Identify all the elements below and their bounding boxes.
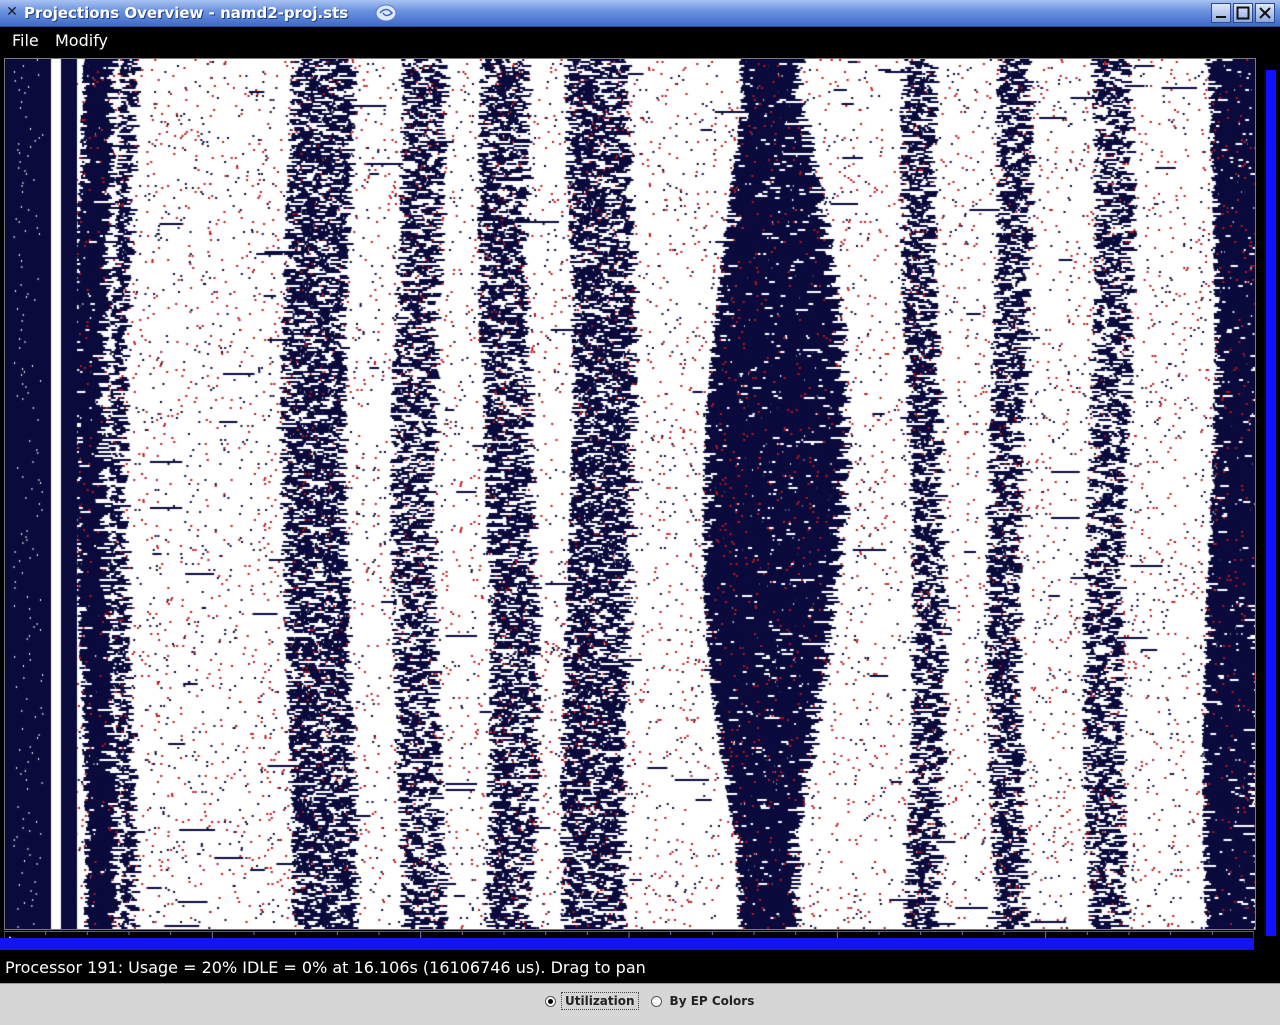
menu-modify[interactable]: Modify xyxy=(55,31,108,51)
vertical-scrollbar[interactable] xyxy=(1258,58,1280,938)
window-title: Projections Overview - namd2-proj.sts xyxy=(24,4,349,22)
maximize-icon xyxy=(1236,6,1250,20)
color-mode-panel: Utilization By EP Colors xyxy=(0,983,1280,1025)
menu-file[interactable]: File xyxy=(12,31,39,51)
vertical-scroll-track[interactable] xyxy=(1264,70,1278,936)
minimize-button[interactable] xyxy=(1211,3,1231,23)
swirl-icon xyxy=(375,4,397,22)
utilization-canvas[interactable] xyxy=(5,59,1255,929)
radio-ep-colors[interactable]: By EP Colors xyxy=(650,993,758,1009)
horizontal-scroll-thumb[interactable] xyxy=(0,938,1254,950)
color-mode-radio-group: Utilization By EP Colors xyxy=(545,992,769,1010)
radio-utilization-indicator[interactable] xyxy=(545,995,556,1007)
app-menu-icon[interactable]: ✕ xyxy=(4,4,20,20)
minimize-icon xyxy=(1216,16,1226,18)
close-button[interactable] xyxy=(1255,3,1275,23)
radio-ep-colors-indicator[interactable] xyxy=(650,995,662,1007)
status-line: Processor 191: Usage = 20% IDLE = 0% at … xyxy=(5,958,646,977)
close-icon xyxy=(1259,7,1271,19)
radio-utilization[interactable]: Utilization xyxy=(545,992,639,1010)
overview-plot[interactable] xyxy=(4,58,1256,930)
time-ruler xyxy=(4,931,1254,938)
vertical-scroll-thumb[interactable] xyxy=(1266,70,1276,936)
menu-bar: File Modify xyxy=(0,27,1280,54)
radio-ep-colors-label[interactable]: By EP Colors xyxy=(667,993,758,1009)
radio-utilization-label[interactable]: Utilization xyxy=(561,992,639,1010)
maximize-button[interactable] xyxy=(1233,3,1253,23)
title-bar: ✕ Projections Overview - namd2-proj.sts xyxy=(0,0,1280,27)
